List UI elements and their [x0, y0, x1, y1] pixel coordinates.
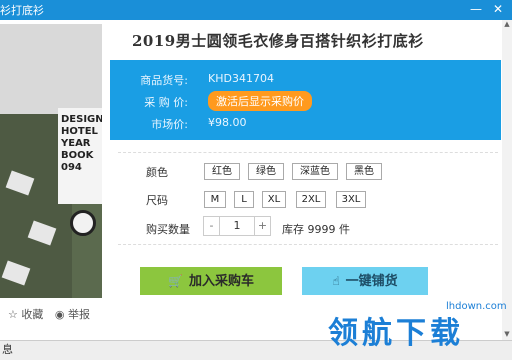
product-actions: ☆ 收藏 ◉ 举报	[8, 306, 98, 322]
color-option-green[interactable]: 绿色	[248, 163, 284, 180]
close-button[interactable]: ✕	[488, 0, 508, 20]
quantity-input[interactable]: 1	[220, 217, 254, 235]
market-price-value: ¥98.00	[208, 116, 247, 129]
sku-label: 商品货号:	[140, 74, 188, 87]
size-option-2xl[interactable]: 2XL	[296, 191, 326, 208]
color-option-navy[interactable]: 深蓝色	[292, 163, 338, 180]
hand-pointer-icon: ☝	[332, 274, 340, 288]
quantity-label: 购买数量	[146, 223, 190, 236]
one-click-stock-button[interactable]: ☝ 一键铺货	[302, 267, 428, 295]
color-label: 颜色	[146, 166, 168, 179]
color-option-red[interactable]: 红色	[204, 163, 240, 180]
color-option-black[interactable]: 黑色	[346, 163, 382, 180]
watermark-text: 领航下载	[328, 316, 464, 351]
report-link[interactable]: ◉ 举报	[55, 308, 90, 321]
product-title: 2019男士圆领毛衣修身百搭针织衫打底衫	[132, 32, 424, 50]
quantity-stepper: - 1 +	[203, 216, 271, 236]
size-label: 尺码	[146, 194, 168, 207]
price-info-panel: 商品货号: KHD341704 采 购 价: 激活后显示采购价 市场价: ¥98…	[110, 60, 501, 140]
vertical-scrollbar[interactable]: ▲ ▼	[502, 20, 512, 340]
image-watch	[70, 210, 96, 236]
quantity-plus-button[interactable]: +	[254, 217, 270, 235]
purchase-price-label: 采 购 价:	[144, 96, 188, 109]
add-to-cart-button[interactable]: 🛒 加入采购车	[140, 267, 282, 295]
size-option-3xl[interactable]: 3XL	[336, 191, 366, 208]
divider	[118, 244, 498, 245]
minimize-button[interactable]: —	[466, 0, 486, 20]
title-bar: 衫打底衫 — ✕	[0, 0, 512, 20]
activate-price-badge[interactable]: 激活后显示采购价	[208, 91, 312, 111]
watermark-logo: lhdown.com 领航下载	[326, 300, 512, 360]
purchase-price-row: 采 购 价: 激活后显示采购价	[110, 91, 501, 116]
scroll-up-arrow-icon[interactable]: ▲	[502, 20, 512, 30]
sku-value: KHD341704	[208, 72, 274, 85]
add-to-cart-label: 加入采购车	[188, 274, 254, 289]
one-click-stock-label: 一键铺货	[345, 274, 398, 289]
favorite-link[interactable]: ☆ 收藏	[8, 308, 43, 321]
size-option-l[interactable]: L	[234, 191, 254, 208]
image-book: DESIGN HOTEL YEAR BOOK 094	[58, 108, 102, 204]
cart-icon: 🛒	[168, 274, 183, 288]
size-option-m[interactable]: M	[204, 191, 226, 208]
stock-count: 库存 9999 件	[282, 223, 350, 236]
size-option-xl[interactable]: XL	[262, 191, 286, 208]
market-price-row: 市场价: ¥98.00	[110, 116, 501, 138]
divider	[118, 152, 498, 153]
quantity-minus-button[interactable]: -	[204, 217, 220, 235]
product-image[interactable]: DESIGN HOTEL YEAR BOOK 094	[0, 24, 102, 298]
status-text: 息	[2, 343, 13, 356]
window-title: 衫打底衫	[0, 4, 44, 17]
market-price-label: 市场价:	[151, 118, 188, 131]
